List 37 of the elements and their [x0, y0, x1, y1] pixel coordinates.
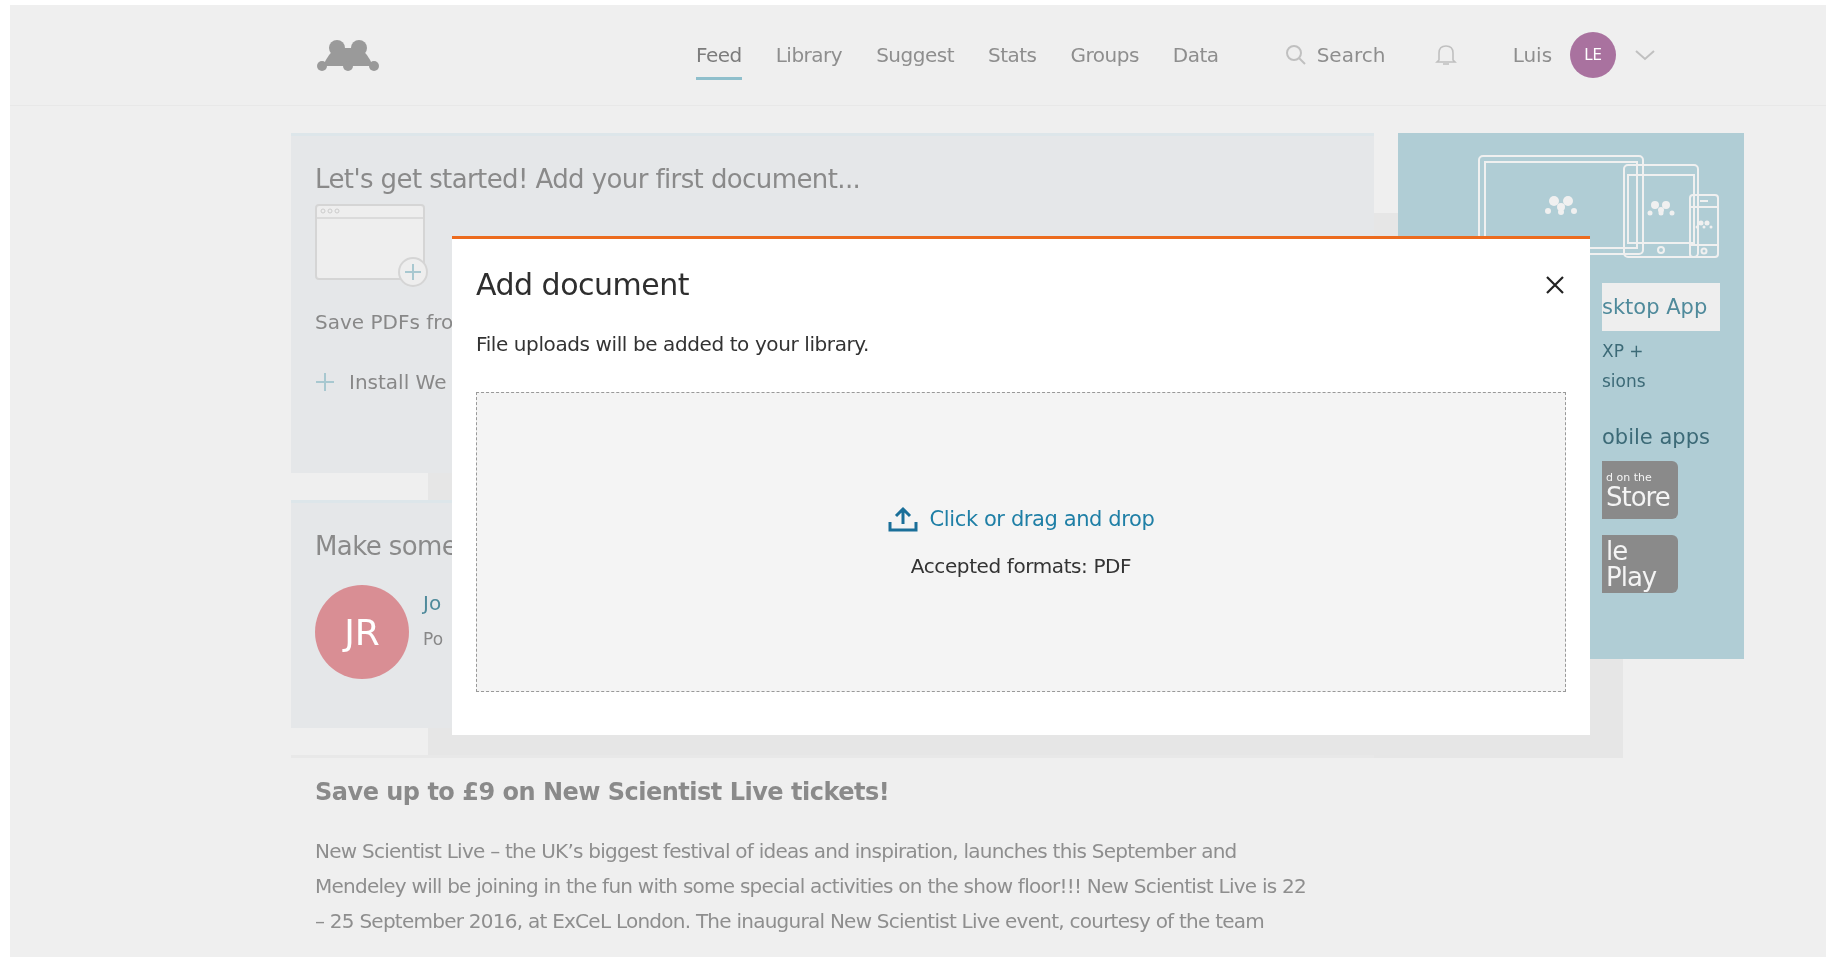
install-text[interactable]: Install We — [349, 370, 447, 394]
person-subtitle: Po — [423, 629, 444, 649]
apps-info-text: sions — [1602, 371, 1646, 391]
search-field[interactable]: Search — [1284, 42, 1399, 68]
drop-zone[interactable]: Click or drag and drop Accepted formats: PDF — [476, 392, 1566, 692]
nav-tab[interactable]: Feed — [696, 30, 742, 80]
dialog-title: Add document — [476, 267, 689, 302]
chevron-down-icon[interactable] — [1634, 48, 1657, 62]
app-store-badge[interactable]: d on the Store — [1602, 461, 1678, 519]
nav-tab[interactable]: Library — [775, 30, 843, 80]
person-name-link[interactable]: Jo — [423, 591, 444, 615]
logo-icon[interactable] — [315, 38, 381, 72]
promo-text: New Scientist Live – the UK’s biggest festival of ideas and inspiration, launches this September and Mendeley will be joining in the fun with some special activities on the show floor!!! New Scientist Live is 22 – 25 September 2016, at ExCeL London. The inaugural New Scientist Live event, courtesy of the team — [315, 838, 1308, 935]
user-name[interactable]: Luis — [1512, 43, 1553, 67]
mobile-apps-title: obile apps — [1602, 425, 1710, 449]
accepted-formats-text: Accepted formats: PDF — [910, 554, 1132, 578]
search-icon — [1284, 44, 1307, 66]
save-pdfs-text: Save PDFs fro — [315, 310, 455, 334]
nav-tab[interactable]: Groups — [1070, 30, 1139, 80]
install-link[interactable]: Install We — [315, 370, 1350, 394]
google-play-badge[interactable]: le Play — [1602, 535, 1678, 593]
upload-icon — [887, 506, 918, 532]
desktop-app-button[interactable]: sktop App — [1602, 283, 1720, 331]
dialog-description: File uploads will be added to your library. — [476, 332, 870, 356]
nav-tab[interactable]: Data — [1172, 30, 1219, 80]
plus-icon — [315, 372, 335, 392]
nav-tab[interactable]: Stats — [988, 30, 1037, 80]
nav-tab[interactable]: Suggest — [876, 30, 954, 80]
upload-link[interactable]: Click or drag and drop — [887, 506, 1155, 532]
close-icon[interactable] — [1546, 275, 1564, 294]
apps-info-text: XP + — [1602, 341, 1644, 361]
browser-window-plus-icon — [315, 204, 431, 288]
promo-title: Save up to £9 on New Scientist Live tickets! — [315, 778, 891, 806]
avatar-circle: JR — [315, 585, 409, 679]
user-avatar[interactable]: LE — [1570, 32, 1617, 78]
bell-icon[interactable] — [1434, 43, 1457, 67]
card-title: Let's get started! Add your first document... — [315, 164, 862, 194]
